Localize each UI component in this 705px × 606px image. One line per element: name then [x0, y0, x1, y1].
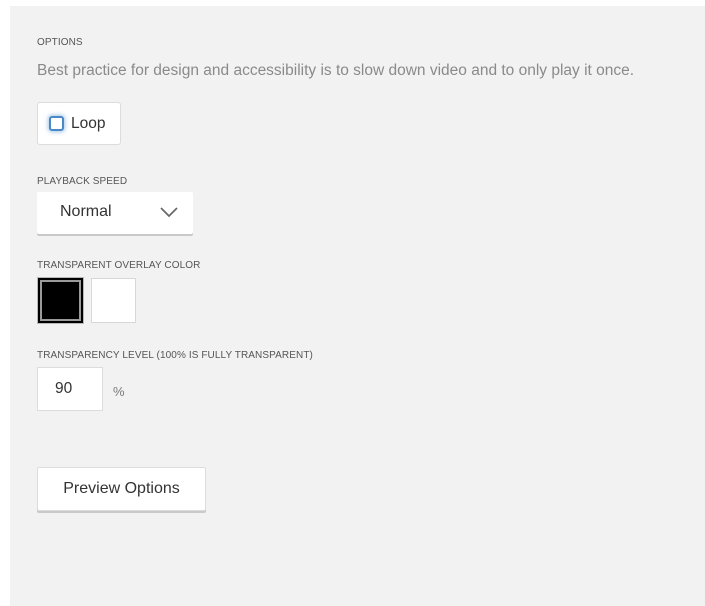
overlay-color-white-swatch[interactable] — [91, 278, 136, 323]
playback-speed-label: PLAYBACK SPEED — [37, 176, 128, 187]
options-hint: Best practice for design and accessibili… — [37, 62, 635, 79]
transparency-unit: % — [113, 384, 125, 399]
overlay-color-label: TRANSPARENT OVERLAY COLOR — [37, 260, 201, 271]
chevron-down-icon — [160, 207, 178, 218]
transparency-level-label: TRANSPARENCY LEVEL (100% IS FULLY TRANSP… — [37, 350, 313, 361]
loop-toggle[interactable]: Loop — [37, 102, 121, 145]
options-panel: OPTIONS Best practice for design and acc… — [10, 6, 705, 606]
loop-label: Loop — [71, 115, 106, 132]
preview-options-button[interactable]: Preview Options — [37, 467, 206, 511]
overlay-color-black-swatch[interactable] — [37, 277, 84, 324]
transparency-level-input[interactable]: 90 — [37, 367, 103, 411]
options-heading: OPTIONS — [37, 37, 83, 48]
playback-speed-value: Normal — [60, 203, 112, 220]
playback-speed-select[interactable]: Normal — [37, 192, 193, 234]
loop-checkbox[interactable] — [49, 116, 64, 131]
